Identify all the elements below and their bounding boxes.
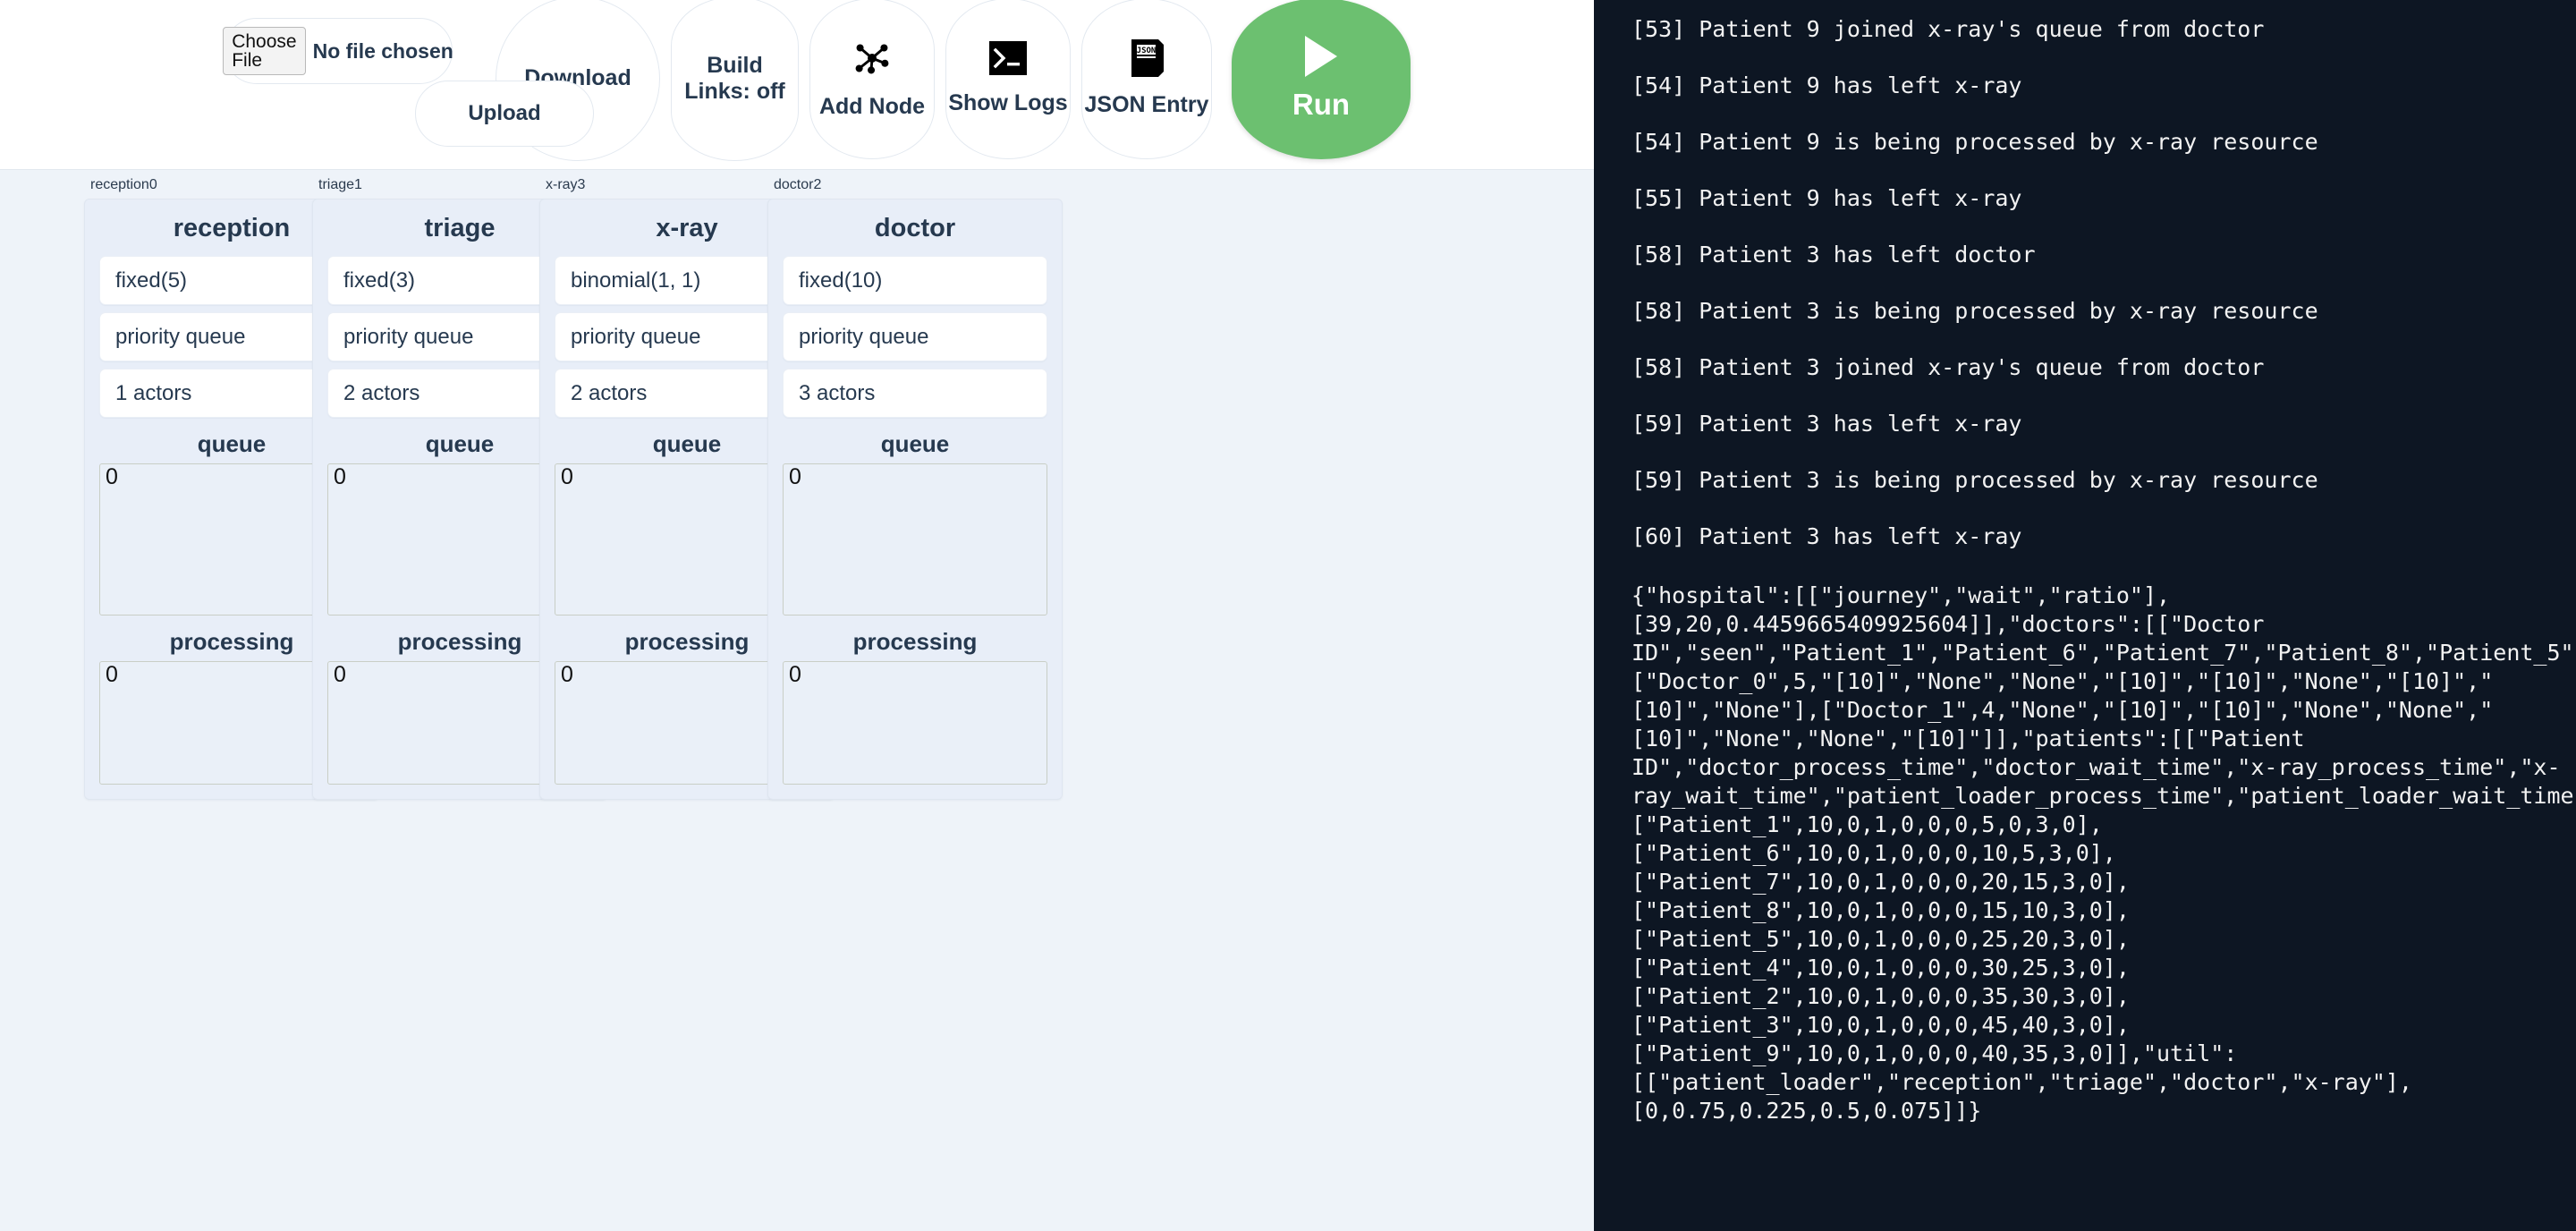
node-distribution-field[interactable]: fixed(10) — [783, 256, 1047, 305]
log-line: [54] Patient 9 has left x-ray — [1631, 72, 2022, 98]
log-line: [60] Patient 3 has left x-ray — [1631, 523, 2022, 549]
log-line: [54] Patient 9 is being processed by x-r… — [1631, 129, 2318, 155]
file-status-label: No file chosen — [312, 38, 453, 63]
editor-pane: Choose File No file chosen Upload Downlo… — [0, 0, 1594, 1231]
run-button-label: Run — [1292, 88, 1351, 121]
queue-contents: 0 — [783, 463, 1047, 616]
json-file-icon: JSON — [1128, 38, 1165, 84]
log-line: [55] Patient 9 has left x-ray — [1631, 185, 2022, 211]
node-id-label: reception0 — [90, 177, 157, 192]
processing-section-label: processing — [852, 628, 978, 655]
show-logs-label: Show Logs — [948, 90, 1068, 115]
build-links-label: Build Links: off — [684, 52, 785, 105]
svg-text:JSON: JSON — [1137, 47, 1157, 55]
build-links-toggle[interactable]: Build Links: off — [671, 0, 799, 161]
node-actors-field[interactable]: 3 actors — [783, 369, 1047, 418]
toolbar: Choose File No file chosen Upload Downlo… — [0, 0, 1594, 170]
run-button[interactable]: Run — [1232, 0, 1411, 159]
json-entry-button[interactable]: JSON JSON Entry — [1081, 0, 1212, 159]
log-line: [58] Patient 3 joined x-ray's queue from… — [1631, 354, 2265, 380]
file-upload-group: Choose File No file chosen Upload — [223, 4, 594, 156]
log-line: [58] Patient 3 has left doctor — [1631, 242, 2036, 267]
processing-contents: 0 — [783, 661, 1047, 785]
log-line: [59] Patient 3 has left x-ray — [1631, 411, 2022, 437]
log-line: [53] Patient 9 joined x-ray's queue from… — [1631, 16, 2265, 42]
log-panel[interactable]: [53] Patient 9 joined x-ray's queue from… — [1594, 0, 2576, 1231]
add-node-label: Add Node — [818, 94, 926, 119]
upload-button-label: Upload — [468, 101, 541, 125]
network-graph-icon — [852, 38, 893, 86]
play-icon — [1305, 36, 1337, 77]
show-logs-button[interactable]: Show Logs — [945, 0, 1071, 159]
terminal-icon — [989, 40, 1027, 82]
file-input-pill[interactable]: Choose File No file chosen — [223, 18, 453, 84]
upload-button[interactable]: Upload — [415, 81, 594, 147]
log-line: [58] Patient 3 is being processed by x-r… — [1631, 298, 2318, 324]
json-entry-label: JSON Entry — [1084, 92, 1209, 117]
queue-section-label: queue — [880, 430, 950, 457]
node-doctor[interactable]: doctor2 doctor fixed(10) priority queue … — [767, 177, 1063, 800]
log-line: [59] Patient 3 is being processed by x-r… — [1631, 467, 2318, 493]
app-root: Choose File No file chosen Upload Downlo… — [0, 0, 2576, 1231]
node-queue-type-field[interactable]: priority queue — [783, 312, 1047, 361]
add-node-button[interactable]: Add Node — [809, 0, 935, 159]
flow-canvas[interactable]: reception0 reception fixed(5) priority q… — [0, 170, 1594, 1231]
node-id-label: triage1 — [318, 177, 362, 192]
node-id-label: doctor2 — [774, 177, 822, 192]
choose-file-button[interactable]: Choose File — [223, 27, 306, 75]
node-id-label: x-ray3 — [546, 177, 586, 192]
simulation-json-output: {"hospital":[["journey","wait","ratio"],… — [1631, 582, 2574, 1124]
node-title: doctor — [874, 214, 956, 242]
